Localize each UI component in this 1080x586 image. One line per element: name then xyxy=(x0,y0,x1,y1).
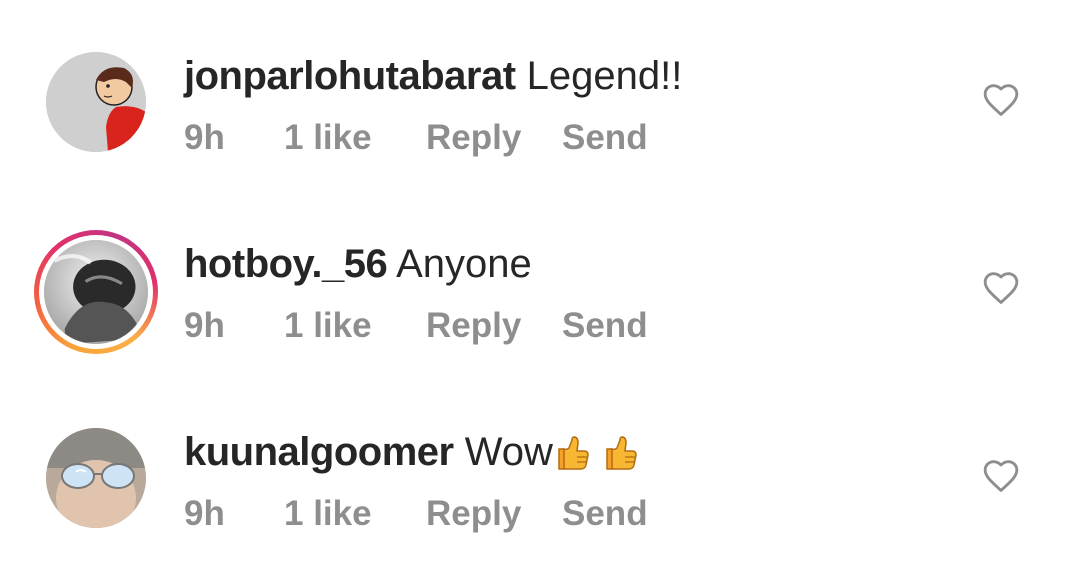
comment-line: kuunalgoomer Wow xyxy=(184,428,639,476)
comment-timestamp: 9h xyxy=(184,306,225,345)
comment-text: Legend!! xyxy=(526,54,683,98)
heart-outline-icon[interactable] xyxy=(982,270,1020,308)
avatar[interactable] xyxy=(44,50,148,154)
comment-timestamp: 9h xyxy=(184,494,225,533)
avatar-story-ring[interactable] xyxy=(34,230,158,354)
comment-like-count[interactable]: 1 like xyxy=(284,494,426,534)
comment-item: kuunalgoomer Wow 9h 1 like Reply Send xyxy=(0,410,1080,550)
comment-meta: 9h 1 like Reply Send xyxy=(184,118,648,158)
comment-text: Anyone xyxy=(396,242,532,286)
comment-timestamp: 9h xyxy=(184,118,225,157)
thumbs-up-emoji-icon xyxy=(555,431,591,471)
comment-username[interactable]: kuunalgoomer xyxy=(184,430,454,474)
comment-like-count[interactable]: 1 like xyxy=(284,306,426,346)
avatar[interactable] xyxy=(44,426,148,530)
reply-button[interactable]: Reply xyxy=(426,118,562,158)
comment-list: jonparlohutabarat Legend!! 9h 1 like Reply… xyxy=(0,0,1080,586)
send-button[interactable]: Send xyxy=(562,494,648,534)
avatar-image xyxy=(46,52,146,152)
send-button[interactable]: Send xyxy=(562,118,648,158)
comment-meta: 9h 1 like Reply Send xyxy=(184,494,648,534)
heart-outline-icon[interactable] xyxy=(982,82,1020,120)
avatar-image xyxy=(46,428,146,528)
comment-line: jonparlohutabarat Legend!! xyxy=(184,52,682,100)
thumbs-up-emoji-icon xyxy=(603,431,639,471)
comment-line: hotboy._56 Anyone xyxy=(184,240,532,288)
send-button[interactable]: Send xyxy=(562,306,648,346)
avatar-image xyxy=(44,240,148,344)
comment-like-count[interactable]: 1 like xyxy=(284,118,426,158)
heart-outline-icon[interactable] xyxy=(982,458,1020,496)
reply-button[interactable]: Reply xyxy=(426,494,562,534)
comment-item: hotboy._56 Anyone 9h 1 like Reply Send xyxy=(0,222,1080,362)
reply-button[interactable]: Reply xyxy=(426,306,562,346)
comment-meta: 9h 1 like Reply Send xyxy=(184,306,648,346)
comment-item: jonparlohutabarat Legend!! 9h 1 like Reply… xyxy=(0,34,1080,174)
comment-username[interactable]: hotboy._56 xyxy=(184,242,388,286)
comment-text: Wow xyxy=(464,430,553,474)
story-ring-gap xyxy=(39,235,153,349)
comment-username[interactable]: jonparlohutabarat xyxy=(184,54,516,98)
